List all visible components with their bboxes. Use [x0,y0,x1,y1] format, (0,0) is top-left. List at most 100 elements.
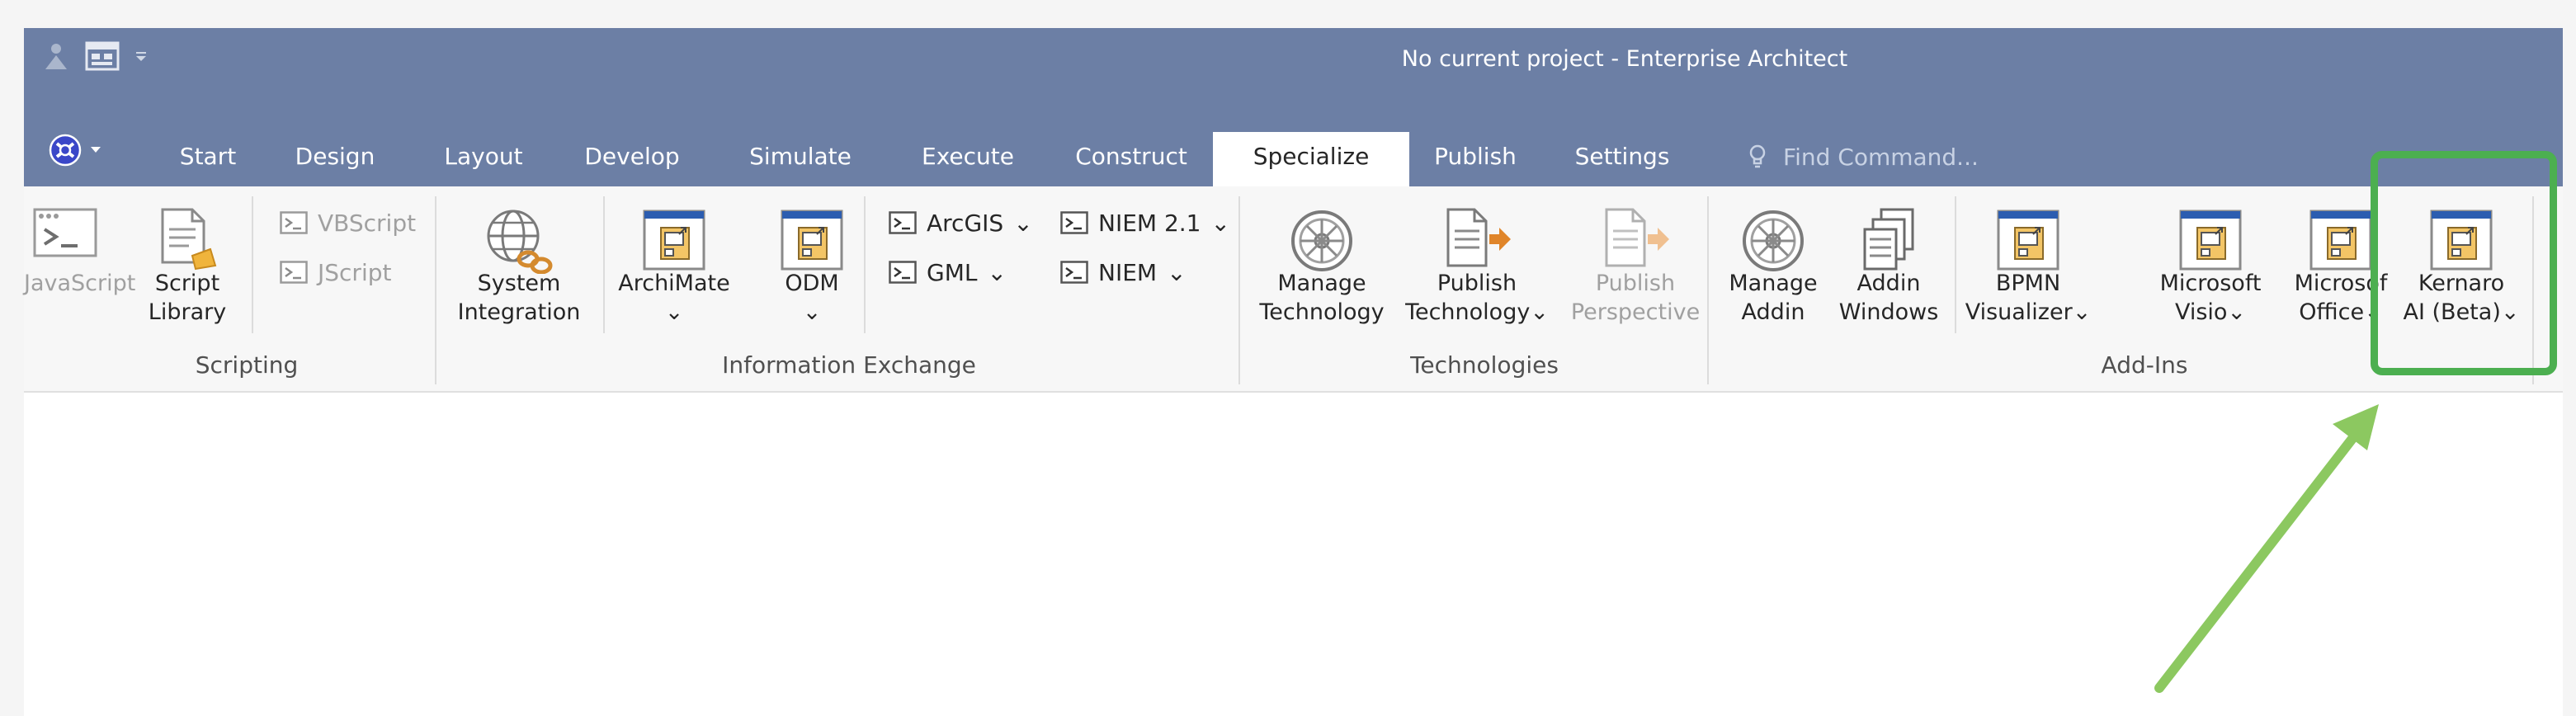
microsoft-visio-line2: Visio [2174,299,2228,325]
quick-access-toolbar [42,40,148,76]
publish-technology-line1: Publish [1437,271,1517,296]
chevron-down-icon: ⌄ [1167,258,1187,286]
system-integration-line1: System [477,271,561,296]
gml-button[interactable]: GML ⌄ [889,254,1007,290]
bpmn-visualizer-line2: Visualizer [1965,299,2073,325]
group-separator [1707,196,1709,384]
group-separator [1238,196,1240,384]
chevron-down-icon: ⌄ [1013,209,1033,237]
odm-button[interactable]: ODM ⌄ [767,198,857,327]
app-menu-button[interactable] [49,134,101,167]
manage-technology-line1: Manage [1277,271,1366,296]
chevron-down-icon: ⌄ [664,299,684,325]
jscript-label: JScript [318,258,392,286]
publish-technology-button[interactable]: Publish Technology⌄ [1399,198,1555,327]
microsoft-office-line2: Office [2299,299,2365,325]
addin-window-icon [1997,210,2059,271]
addin-windows-line1: Addin [1857,271,1921,296]
console-icon [33,208,97,257]
addin-window-icon [2309,210,2372,271]
customize-dropdown-icon[interactable] [134,49,148,66]
ribbon-panel: JavaScript Script Library VBScript JScri… [24,186,2563,393]
manage-technology-button[interactable]: Manage Technology [1252,198,1392,327]
chevron-down-icon: ⌄ [802,299,822,325]
chevron-down-icon: ⌄ [1530,299,1549,325]
console-small-icon [1060,261,1088,284]
chevron-down-icon: ⌄ [987,258,1007,286]
tab-publish[interactable]: Publish [1426,132,1525,186]
arcgis-button[interactable]: ArcGIS ⌄ [889,205,1033,241]
vbscript-button[interactable]: VBScript [280,205,416,241]
publish-perspective-line1: Publish [1595,271,1676,296]
console-small-icon [889,211,917,234]
manage-addin-button[interactable]: Manage Addin [1715,198,1831,327]
find-command-box[interactable]: Find Command... [1748,132,1979,181]
globe-link-icon [487,210,553,274]
window-title: No current project - Enterprise Architec… [1401,46,1848,72]
separator [603,196,605,333]
publish-perspective-button[interactable]: Publish Perspective [1562,198,1709,327]
main-workspace [24,393,2563,716]
enterprise-architect-logo-icon [49,134,82,167]
script-library-line1: Script [154,271,220,296]
javascript-button[interactable]: JavaScript [24,198,135,298]
addin-window-icon [643,210,705,271]
vbscript-label: VBScript [318,209,417,237]
workspace-layout-icon[interactable] [85,41,120,74]
manage-addin-line2: Addin [1741,299,1805,325]
console-small-icon [889,261,917,284]
chevron-down-icon: ⌄ [2072,299,2092,325]
system-integration-line2: Integration [457,299,581,325]
separator [252,196,253,333]
tab-settings[interactable]: Settings [1566,132,1678,186]
bpmn-visualizer-line1: BPMN [1995,271,2061,296]
group-separator [435,196,436,384]
niem-label: NIEM [1098,258,1158,286]
tab-design[interactable]: Design [290,132,380,186]
tab-layout[interactable]: Layout [438,132,529,186]
user-icon[interactable] [42,41,70,74]
gml-label: GML [927,258,978,286]
tab-start[interactable]: Start [169,132,247,186]
chevron-down-icon: ⌄ [2227,299,2247,325]
script-library-line2: Library [148,299,227,325]
system-integration-button[interactable]: System Integration [453,198,585,327]
microsoft-visio-line1: Microsoft [2159,271,2262,296]
tab-construct[interactable]: Construct [1066,132,1196,186]
scripting-group-label: Scripting [195,351,299,379]
tab-develop[interactable]: Develop [578,132,686,186]
ribbon-tab-bar: Start Design Layout Develop Simulate Exe… [24,106,2563,186]
console-small-icon [1060,211,1088,234]
bpmn-visualizer-button[interactable]: BPMN Visualizer⌄ [1960,198,2097,327]
enterprise-architect-window: No current project - Enterprise Architec… [24,28,2563,716]
wheel-icon [1743,210,1804,271]
technologies-group-label: Technologies [1410,351,1559,379]
separator [1955,196,1956,333]
niem-2-1-button[interactable]: NIEM 2.1 ⌄ [1060,205,1230,241]
microsoft-visio-button[interactable]: Microsoft Visio⌄ [2146,198,2275,327]
tab-simulate[interactable]: Simulate [739,132,861,186]
archimate-button[interactable]: ArchiMate ⌄ [615,198,734,327]
arcgis-label: ArcGIS [927,209,1004,237]
niem-2-1-label: NIEM 2.1 [1098,209,1201,237]
manage-technology-line2: Technology [1259,299,1385,325]
stacked-documents-icon [1863,208,1914,271]
title-bar: No current project - Enterprise Architec… [24,28,2563,106]
highlight-box [2371,151,2557,375]
publish-document-icon [1446,208,1511,267]
tab-specialize[interactable]: Specialize [1213,132,1409,186]
script-library-button[interactable]: Script Library [146,198,229,327]
publish-technology-line2: Technology [1405,299,1531,325]
separator [864,196,866,333]
addin-windows-button[interactable]: Addin Windows [1831,198,1946,327]
find-command-placeholder: Find Command... [1783,143,1979,171]
addin-window-icon [2179,210,2242,271]
niem-button[interactable]: NIEM ⌄ [1060,254,1187,290]
tab-execute[interactable]: Execute [911,132,1025,186]
jscript-button[interactable]: JScript [280,254,391,290]
publish-perspective-line2: Perspective [1570,299,1701,325]
chevron-down-icon: ⌄ [1210,209,1230,237]
dropdown-arrow-icon [91,147,101,153]
information-exchange-group-label: Information Exchange [722,351,976,379]
lightbulb-icon [1749,144,1766,168]
